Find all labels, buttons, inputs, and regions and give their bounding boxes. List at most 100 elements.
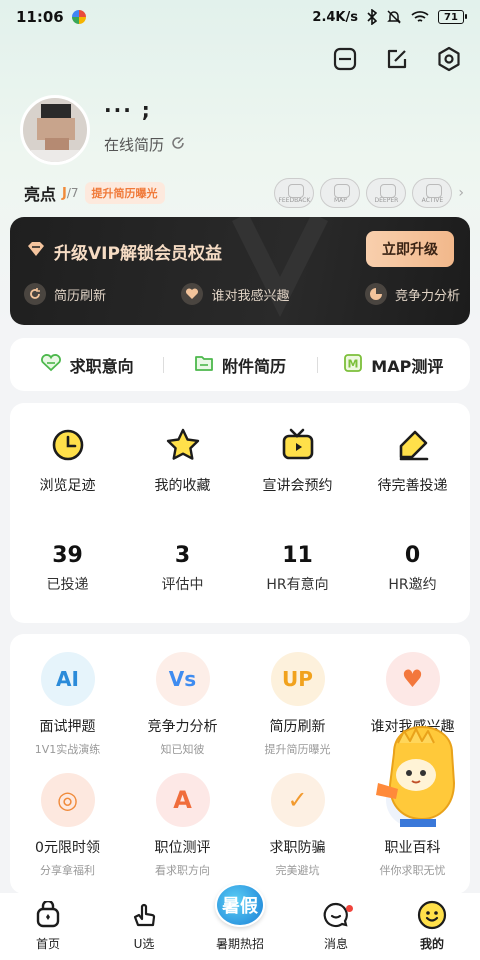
shield-icon: ✓	[270, 773, 325, 827]
vip-feature-label: 竞争力分析	[394, 288, 460, 304]
service-subtitle: 分享拿福利	[40, 864, 95, 877]
username: ··· ;	[104, 98, 152, 122]
vip-watermark-decoration	[231, 217, 329, 318]
vip-feature-competitiveness[interactable]: 竞争力分析	[364, 283, 460, 305]
top-actions	[330, 44, 464, 74]
stat-applied[interactable]: 39 已投递	[10, 543, 125, 594]
vip-feature-label: 简历刷新	[54, 288, 107, 304]
tab-label: 暑期热招	[215, 937, 264, 951]
stat-value: 39	[52, 543, 83, 568]
edit-tag-icon	[393, 425, 433, 465]
online-resume-link[interactable]: 在线简历	[104, 134, 186, 155]
activity-label: 我的收藏	[154, 478, 211, 494]
vip-feature-interest[interactable]: 谁对我感兴趣	[181, 283, 290, 305]
heart-outline-icon	[40, 353, 62, 376]
online-resume-label: 在线简历	[104, 136, 165, 154]
vip-title-text: 升级VIP解锁会员权益	[54, 244, 222, 264]
service-title: 简历刷新	[269, 719, 326, 735]
stat-value: 3	[174, 543, 191, 568]
service-subtitle: 提升简历曝光	[264, 743, 331, 756]
vip-title: 升级VIP解锁会员权益	[26, 239, 222, 264]
stat-value: 0	[404, 543, 421, 568]
pie-chart-icon	[364, 283, 387, 305]
tab-label: 首页	[35, 937, 60, 951]
hand-heart-icon	[128, 899, 160, 931]
scan-icon[interactable]	[330, 44, 360, 74]
upgrade-button[interactable]: 立即升级	[366, 231, 454, 267]
up-icon: UP	[270, 652, 325, 706]
diamond-icon	[26, 241, 46, 262]
ai-icon: AI	[40, 652, 95, 706]
activity-label: 宣讲会预约	[262, 478, 333, 494]
status-bar: 11:06 2.4K/s 71	[0, 0, 480, 34]
stat-hr-invited[interactable]: 0 HR邀约	[355, 543, 470, 594]
service-item[interactable]: A 职位测评 看求职方向	[125, 773, 240, 878]
job-intention-button[interactable]: 求职意向	[10, 353, 163, 377]
service-title: 职业百科	[384, 840, 441, 856]
stat-label: HR有意向	[266, 577, 329, 593]
mute-bell-icon	[386, 9, 402, 25]
activity-label: 浏览足迹	[39, 478, 96, 494]
unread-dot	[346, 905, 353, 912]
message-icon	[320, 899, 352, 931]
service-subtitle: 1V1实战演练	[34, 743, 101, 756]
service-title: 竞争力分析	[147, 719, 218, 735]
tab-summer[interactable]: 暑假 暑期热招	[192, 883, 288, 960]
tab-label: 消息	[323, 937, 348, 951]
folder-icon	[194, 354, 214, 376]
service-item[interactable]: AI 面试押题 1V1实战演练	[10, 652, 125, 757]
deeper-badge-icon: DEEPER	[366, 178, 407, 208]
quick-link-label: 求职意向	[69, 356, 134, 376]
stat-evaluating[interactable]: 3 评估中	[125, 543, 240, 594]
stat-value: 11	[282, 543, 313, 568]
service-title: 职位测评	[154, 840, 211, 856]
avatar-pixel	[31, 150, 83, 162]
attachment-resume-button[interactable]: 附件简历	[163, 353, 316, 377]
service-subtitle: 伴你求职无忧	[379, 864, 446, 877]
browse-history-button[interactable]: 浏览足迹	[10, 425, 125, 495]
service-subtitle: 知已知彼	[160, 743, 205, 756]
my-favorites-button[interactable]: 我的收藏	[125, 425, 240, 495]
seminar-booking-button[interactable]: 宣讲会预约	[240, 425, 355, 495]
tab-messages[interactable]: 消息	[288, 893, 384, 960]
highlights-row[interactable]: 亮点 J/7 提升简历曝光 FEEDBACK MAP DEEPER ACTIVE…	[24, 178, 464, 208]
tv-icon	[278, 425, 318, 465]
bluetooth-icon	[367, 9, 377, 25]
service-item[interactable]: Vs 竞争力分析 知已知彼	[125, 652, 240, 757]
quick-link-label: 附件简历	[221, 356, 286, 376]
gift-icon: ◎	[40, 773, 95, 827]
stat-hr-interested[interactable]: 11 HR有意向	[240, 543, 355, 594]
avatar[interactable]	[20, 95, 90, 165]
quick-links-card: 求职意向 附件简历 M MAP测评	[10, 338, 470, 391]
bottom-tab-bar: 首页 U选 暑假 暑期热招 消息 我的	[0, 883, 480, 960]
vip-features: 简历刷新 谁对我感兴趣 竞争力分析	[24, 283, 460, 305]
stat-label: 评估中	[161, 577, 204, 593]
service-item[interactable]: ◎ 0元限时领 分享拿福利	[10, 773, 125, 878]
map-badge-icon: MAP	[320, 178, 361, 208]
service-title: 求职防骗	[269, 840, 326, 856]
active-badge-icon: ACTIVE	[412, 178, 453, 208]
service-item[interactable]: ✓ 求职防骗 完美避坑	[240, 773, 355, 878]
tab-uxuan[interactable]: U选	[96, 893, 192, 960]
activity-card: 浏览足迹 我的收藏 宣讲会预约 待完善投递 39 已投递 3 评估中 11 HR…	[10, 403, 470, 623]
vip-banner[interactable]: 升级VIP解锁会员权益 立即升级 简历刷新 谁对我感兴趣 竞争力分析	[10, 217, 470, 325]
map-test-button[interactable]: M MAP测评	[316, 353, 470, 377]
svg-text:M: M	[348, 357, 359, 370]
wifi-icon	[411, 10, 429, 24]
mascot-float-icon[interactable]	[372, 723, 468, 829]
tab-mine[interactable]: 我的	[384, 893, 480, 960]
heart-icon: ♥	[385, 652, 440, 706]
edit-icon	[170, 135, 186, 155]
edit-note-icon[interactable]	[382, 44, 412, 74]
tab-home[interactable]: 首页	[0, 893, 96, 960]
notification-app-icon	[71, 10, 86, 24]
vip-feature-refresh[interactable]: 简历刷新	[24, 283, 106, 305]
heart-icon	[181, 283, 204, 305]
highlights-count-total: /7	[66, 185, 79, 200]
pending-applications-button[interactable]: 待完善投递	[355, 425, 470, 495]
service-item[interactable]: UP 简历刷新提升简历曝光	[240, 652, 355, 757]
highlights-tag: 提升简历曝光	[84, 182, 165, 204]
map-test-icon: M	[343, 353, 363, 377]
settings-icon[interactable]	[434, 44, 464, 74]
service-subtitle: 看求职方向	[155, 864, 210, 877]
